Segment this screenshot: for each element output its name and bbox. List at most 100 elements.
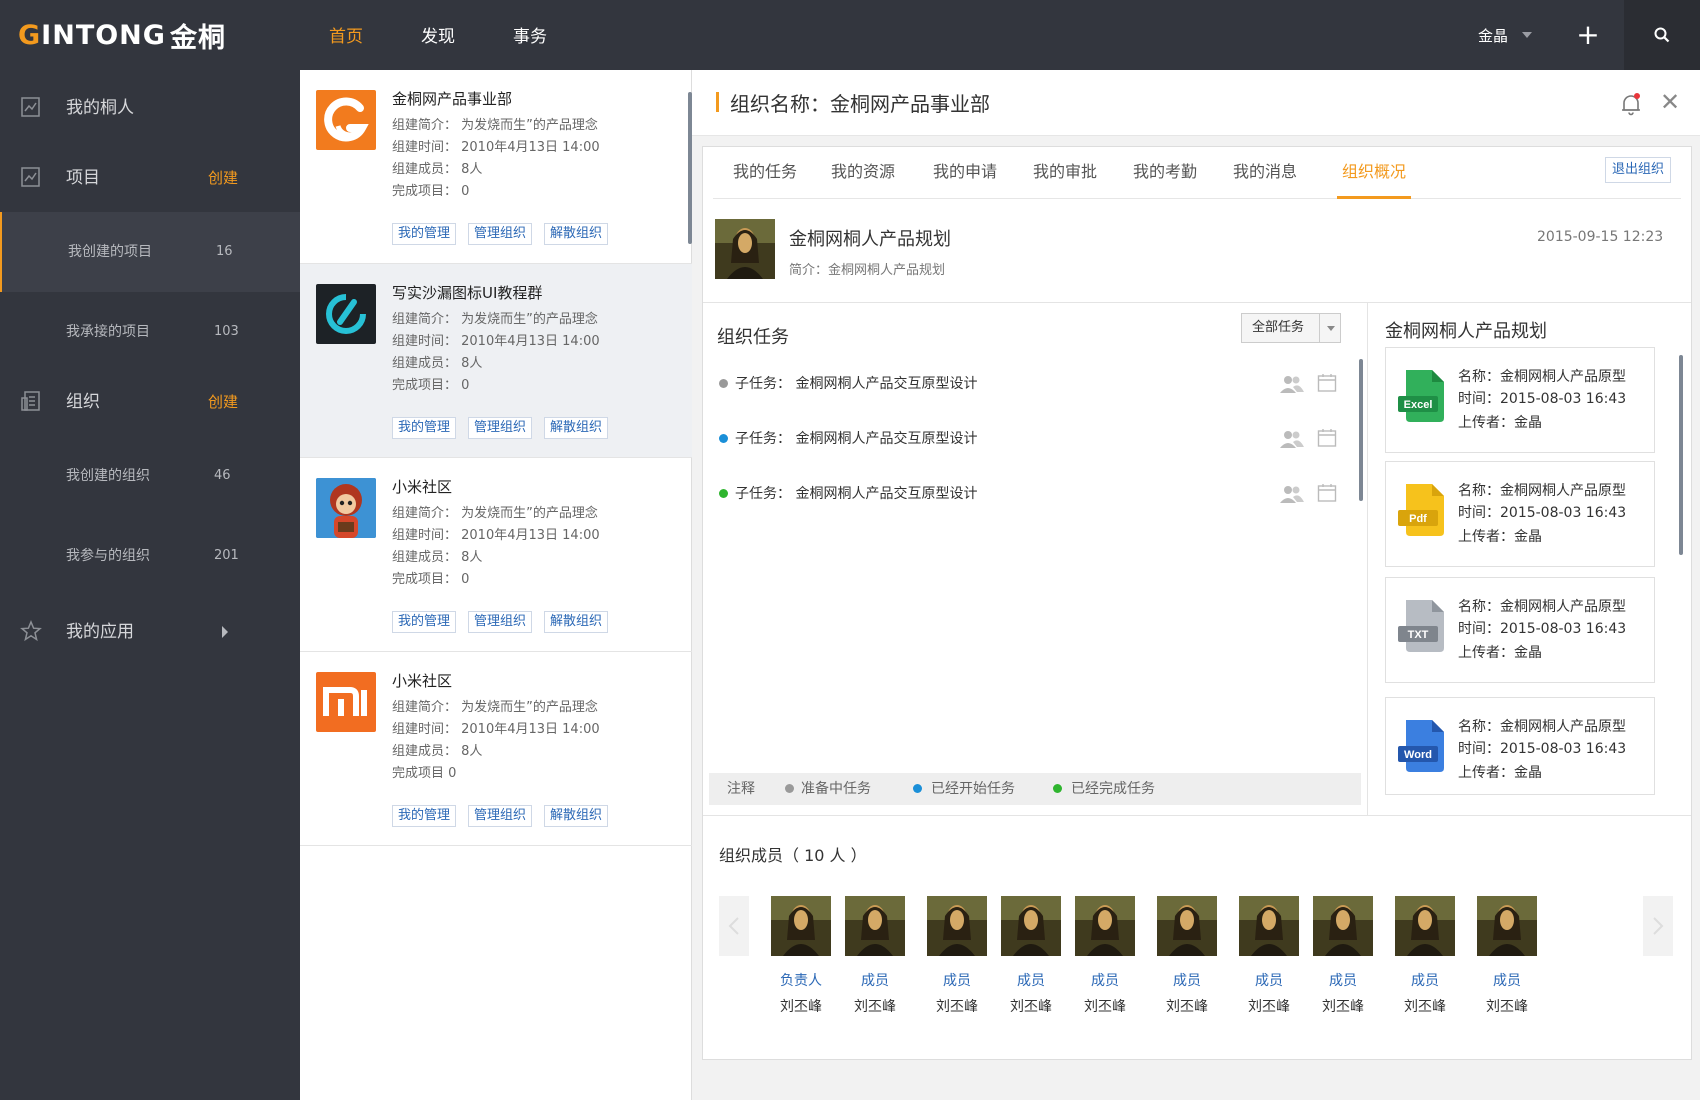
members-prev-button[interactable] xyxy=(719,896,749,956)
file-uploader: 上传者：金晶 xyxy=(1458,529,1542,545)
org-name[interactable]: 小米社区 xyxy=(392,476,452,497)
task-filter-select[interactable]: 全部任务 xyxy=(1241,313,1341,343)
close-icon[interactable]: ✕ xyxy=(1660,88,1680,116)
manage-org-button[interactable]: 管理组织 xyxy=(468,223,533,245)
my-manage-button[interactable]: 我的管理 xyxy=(392,417,457,439)
sidebar-item-people[interactable]: 我的桐人 xyxy=(0,70,300,146)
file-time: 时间：2015-08-03 16:43 xyxy=(1458,505,1627,521)
org-done: 完成项目： 0 xyxy=(392,378,470,393)
user-menu[interactable]: 金晶 xyxy=(1478,0,1533,70)
org-actions: 我的管理 管理组织 解散组织 xyxy=(392,417,620,439)
dissolve-org-button[interactable]: 解散组织 xyxy=(544,223,609,245)
tab-org-overview[interactable]: 组织概况 xyxy=(1337,147,1411,199)
nav-discover[interactable]: 发现 xyxy=(392,0,484,70)
quit-org-button[interactable]: 退出组织 xyxy=(1605,157,1672,183)
dissolve-org-button[interactable]: 解散组织 xyxy=(544,611,609,633)
file-card[interactable]: Word 名称：金桐网桐人产品原型 时间：2015-08-03 16:43 上传… xyxy=(1385,697,1655,795)
org-tasks-section: 组织任务 全部任务 子任务： 金桐网桐人产品交互原型设计 子任务： 金桐网桐人产… xyxy=(703,303,1368,815)
sidebar-item-label: 我的应用 xyxy=(66,622,134,642)
project-desc: 简介：金桐网桐人产品规划 xyxy=(789,263,946,278)
search-icon xyxy=(1654,27,1670,43)
org-card[interactable]: 写实沙漏图标UI教程群 组建简介： 为发烧而生”的产品理念 组建时间： 2010… xyxy=(300,264,692,458)
calendar-icon[interactable] xyxy=(1317,428,1337,448)
search-button[interactable] xyxy=(1624,0,1700,70)
file-name: 名称：金桐网桐人产品原型 xyxy=(1458,599,1626,615)
member-card[interactable]: 成员 刘丕峰 xyxy=(927,896,987,1016)
members-next-button[interactable] xyxy=(1643,896,1673,956)
sidebar-item-organization[interactable]: 组织 创建 xyxy=(0,364,300,440)
nav-home[interactable]: 首页 xyxy=(300,0,392,70)
calendar-icon[interactable] xyxy=(1317,483,1337,503)
tab-my-resources[interactable]: 我的资源 xyxy=(831,147,895,199)
org-actions: 我的管理 管理组织 解散组织 xyxy=(392,223,620,245)
member-card[interactable]: 成员 刘丕峰 xyxy=(1157,896,1217,1016)
sidebar-item-apps[interactable]: 我的应用 xyxy=(0,594,300,670)
task-row[interactable]: 子任务： 金桐网桐人产品交互原型设计 xyxy=(717,369,1357,399)
member-name: 刘丕峰 xyxy=(1084,999,1126,1015)
member-card[interactable]: 成员 刘丕峰 xyxy=(845,896,905,1016)
brand-logo[interactable]: G INTONG 金桐 xyxy=(18,20,226,54)
chevron-down-icon xyxy=(1327,326,1335,331)
create-project-link[interactable]: 创建 xyxy=(208,140,238,216)
calendar-icon[interactable] xyxy=(1317,373,1337,393)
sidebar-sub-count: 46 xyxy=(214,468,231,483)
tab-my-applications[interactable]: 我的申请 xyxy=(933,147,997,199)
org-name[interactable]: 金桐网产品事业部 xyxy=(392,88,512,109)
file-card[interactable]: Pdf 名称：金桐网桐人产品原型 时间：2015-08-03 16:43 上传者… xyxy=(1385,461,1655,567)
member-card[interactable]: 负责人 刘丕峰 xyxy=(771,896,831,1016)
sidebar-item-project[interactable]: 项目 创建 xyxy=(0,140,300,216)
org-card[interactable]: 金桐网产品事业部 组建简介： 为发烧而生”的产品理念 组建时间： 2010年4月… xyxy=(300,70,692,264)
sidebar-sub-created-orgs[interactable]: 我创建的组织 46 xyxy=(0,436,300,516)
member-card[interactable]: 成员 刘丕峰 xyxy=(1001,896,1061,1016)
org-detail: 组织名称：金桐网产品事业部 ✕ 我的任务 我的资源 我的申请 我的审批 我的考勤… xyxy=(692,70,1700,1100)
org-done: 完成项目： 0 xyxy=(392,184,470,199)
dissolve-org-button[interactable]: 解散组织 xyxy=(544,417,609,439)
files-scrollbar[interactable] xyxy=(1679,355,1683,555)
member-card[interactable]: 成员 刘丕峰 xyxy=(1239,896,1299,1016)
manage-org-button[interactable]: 管理组织 xyxy=(468,417,533,439)
org-name[interactable]: 小米社区 xyxy=(392,670,452,691)
member-card[interactable]: 成员 刘丕峰 xyxy=(1075,896,1135,1016)
tab-my-approvals[interactable]: 我的审批 xyxy=(1033,147,1097,199)
member-card[interactable]: 成员 刘丕峰 xyxy=(1395,896,1455,1016)
member-card[interactable]: 成员 刘丕峰 xyxy=(1313,896,1373,1016)
org-card[interactable]: 小米社区 组建简介： 为发烧而生”的产品理念 组建时间： 2010年4月13日 … xyxy=(300,458,692,652)
member-role: 成员 xyxy=(1329,973,1357,989)
file-card[interactable]: TXT 名称：金桐网桐人产品原型 时间：2015-08-03 16:43 上传者… xyxy=(1385,577,1655,683)
org-card[interactable]: 小米社区 组建简介： 为发烧而生”的产品理念 组建时间： 2010年4月13日 … xyxy=(300,652,692,846)
file-time: 时间：2015-08-03 16:43 xyxy=(1458,391,1627,407)
task-row[interactable]: 子任务： 金桐网桐人产品交互原型设计 xyxy=(717,424,1357,454)
member-role: 成员 xyxy=(1493,973,1521,989)
org-time: 组建时间： 2010年4月13日 14:00 xyxy=(392,140,600,155)
sidebar-sub-created-projects[interactable]: 我创建的项目 16 xyxy=(0,212,300,292)
file-card[interactable]: Excel 名称：金桐网桐人产品原型 时间：2015-08-03 16:43 上… xyxy=(1385,347,1655,453)
my-manage-button[interactable]: 我的管理 xyxy=(392,805,457,827)
member-card[interactable]: 成员 刘丕峰 xyxy=(1477,896,1537,1016)
mona-lisa-avatar xyxy=(715,219,775,279)
task-row[interactable]: 子任务： 金桐网桐人产品交互原型设计 xyxy=(717,479,1357,509)
manage-org-button[interactable]: 管理组织 xyxy=(468,611,533,633)
project-name[interactable]: 金桐网桐人产品规划 xyxy=(789,225,951,251)
sidebar-sub-accepted-projects[interactable]: 我承接的项目 103 xyxy=(0,292,300,372)
members-icon[interactable] xyxy=(1279,373,1305,395)
members-icon[interactable] xyxy=(1279,428,1305,450)
mona-lisa-avatar xyxy=(1477,896,1537,956)
sidebar-sub-joined-orgs[interactable]: 我参与的组织 201 xyxy=(0,516,300,596)
tab-my-attendance[interactable]: 我的考勤 xyxy=(1133,147,1197,199)
sidebar-item-label: 我的桐人 xyxy=(66,98,134,118)
my-manage-button[interactable]: 我的管理 xyxy=(392,223,457,245)
tasks-scrollbar[interactable] xyxy=(1359,359,1363,501)
manage-org-button[interactable]: 管理组织 xyxy=(468,805,533,827)
create-org-link[interactable]: 创建 xyxy=(208,364,238,440)
tab-my-tasks[interactable]: 我的任务 xyxy=(733,147,797,199)
section-title: 金桐网桐人产品规划 xyxy=(1385,321,1547,342)
nav-affairs[interactable]: 事务 xyxy=(484,0,576,70)
bell-icon[interactable] xyxy=(1620,92,1642,116)
members-icon[interactable] xyxy=(1279,483,1305,505)
tab-my-messages[interactable]: 我的消息 xyxy=(1233,147,1297,199)
my-manage-button[interactable]: 我的管理 xyxy=(392,611,457,633)
org-name[interactable]: 写实沙漏图标UI教程群 xyxy=(392,282,542,303)
dissolve-org-button[interactable]: 解散组织 xyxy=(544,805,609,827)
add-button[interactable]: + xyxy=(1570,18,1606,54)
member-name: 刘丕峰 xyxy=(1166,999,1208,1015)
